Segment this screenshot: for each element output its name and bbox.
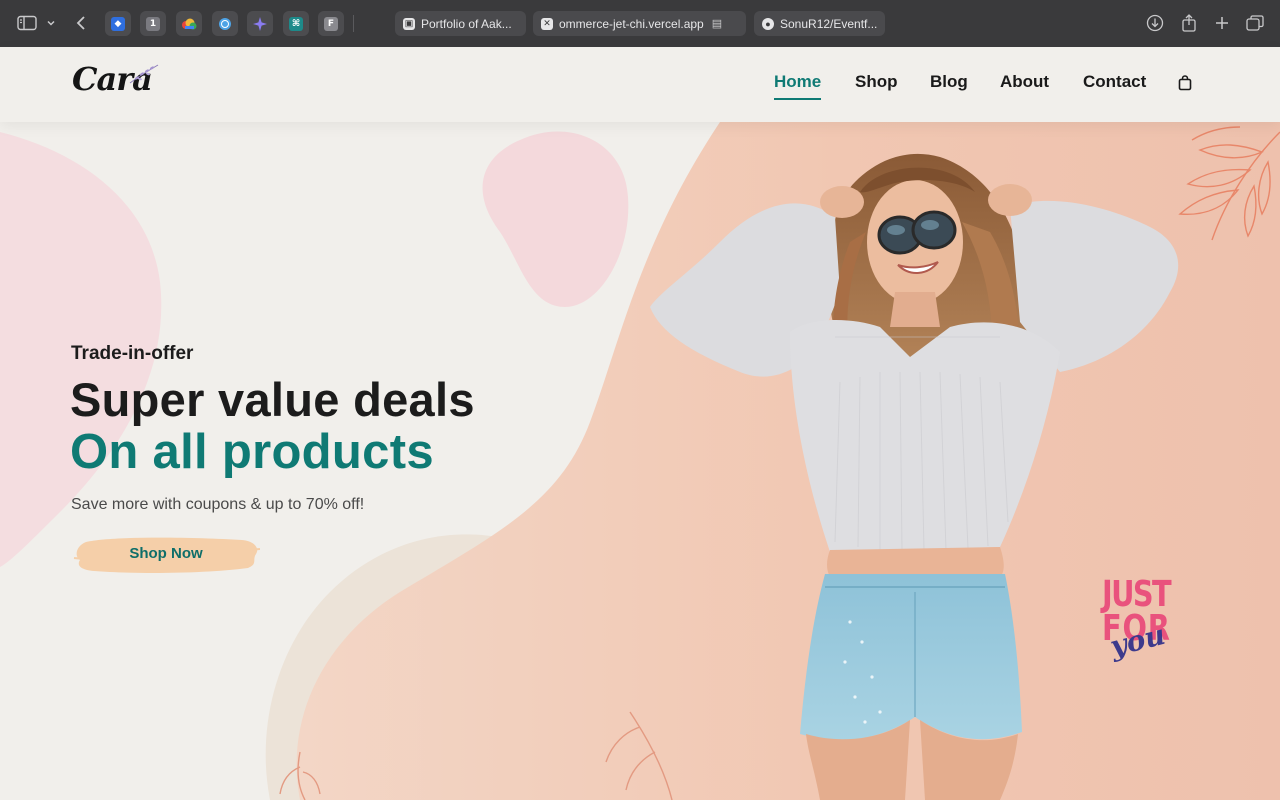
f-app-icon[interactable]: F [318, 11, 344, 36]
shield-icon[interactable]: ◆ [105, 11, 131, 36]
share-icon[interactable] [1179, 12, 1199, 34]
nav-shop[interactable]: Shop [855, 72, 898, 92]
cloud-icon[interactable] [176, 11, 202, 36]
lavender-sprig-icon [129, 64, 159, 84]
back-arrow-icon[interactable] [72, 12, 90, 34]
tab-ecommerce[interactable]: ✕ ommerce-jet-chi.vercel.app ▤ [533, 11, 746, 36]
nav-blog[interactable]: Blog [930, 72, 968, 92]
hero-subheadline: On all products [70, 425, 434, 479]
shop-now-label: Shop Now [129, 545, 203, 562]
chevron-down-icon[interactable] [44, 12, 58, 34]
site-header: Cara Home Shop Blog About Contact [0, 47, 1280, 122]
code-icon[interactable]: ⌘ [283, 11, 309, 36]
github-icon: ● [762, 17, 774, 30]
reader-mode-icon[interactable]: ▤ [712, 17, 722, 30]
download-icon[interactable] [1145, 12, 1165, 34]
shopping-bag-icon[interactable] [1178, 75, 1192, 95]
nav-home[interactable]: Home [774, 72, 822, 100]
hero-tagline: Save more with coupons & up to 70% off! [71, 496, 365, 513]
nav-about[interactable]: About [1000, 72, 1049, 92]
close-icon[interactable]: ✕ [541, 17, 553, 30]
nav-contact[interactable]: Contact [1083, 72, 1146, 92]
password-manager-icon[interactable]: 1 [140, 11, 166, 36]
toolbar-divider [353, 15, 354, 32]
shop-now-button[interactable]: Shop Now [72, 534, 260, 576]
browser-toolbar: ◆ 1 ⌘ F ▣ Portfolio of Aak... ✕ ommerce-… [0, 0, 1280, 47]
tab-overview-icon[interactable] [1245, 12, 1265, 34]
hero-headline: Super value deals [70, 373, 475, 426]
tab-github[interactable]: ● SonuR12/Eventf... [754, 11, 885, 36]
sidebar-toggle-icon[interactable] [14, 12, 40, 34]
tab-portfolio[interactable]: ▣ Portfolio of Aak... [395, 11, 526, 36]
new-tab-icon[interactable] [1212, 12, 1232, 34]
tab-label: SonuR12/Eventf... [780, 16, 878, 31]
globe-icon[interactable] [212, 11, 238, 36]
offer-label: Trade-in-offer [71, 343, 194, 364]
code-square-icon: ▣ [403, 17, 415, 30]
hero-banner: Trade-in-offer Super value deals On all … [0, 122, 1280, 800]
tab-label: Portfolio of Aak... [421, 16, 512, 31]
sparkle-icon[interactable] [247, 11, 273, 36]
tab-label: ommerce-jet-chi.vercel.app [559, 16, 704, 31]
